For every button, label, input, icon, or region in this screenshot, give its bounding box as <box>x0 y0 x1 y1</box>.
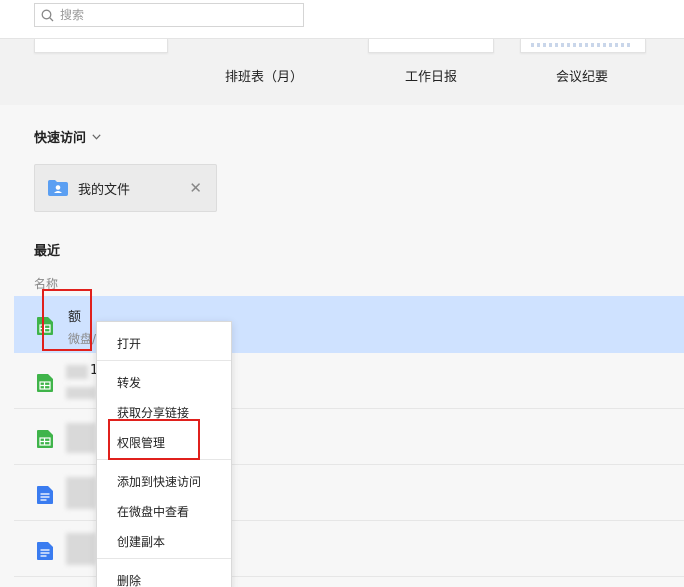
menu-item-delete[interactable]: 删除 <box>117 572 141 587</box>
file-location: 微盘/ <box>68 332 97 346</box>
template-label[interactable]: 排班表（月） <box>214 66 314 85</box>
file-name: 额 <box>68 310 82 325</box>
menu-divider <box>97 360 231 361</box>
quick-access-title: 快速访问 <box>34 131 87 146</box>
spreadsheet-icon <box>37 317 53 335</box>
menu-item-permissions[interactable]: 权限管理 <box>117 434 165 451</box>
document-icon <box>37 542 53 560</box>
spreadsheet-icon <box>37 374 53 392</box>
menu-item-open[interactable]: 打开 <box>117 335 141 352</box>
template-preview <box>531 43 631 47</box>
template-card[interactable] <box>520 39 646 53</box>
spreadsheet-icon <box>37 430 53 448</box>
blurred-text <box>66 477 96 509</box>
quick-access-header[interactable]: 快速访问 <box>34 127 101 146</box>
template-card[interactable] <box>368 39 494 53</box>
template-strip: 排班表（月） 工作日报 会议纪要 <box>0 38 684 105</box>
blurred-text <box>66 387 96 399</box>
search-icon <box>41 9 54 21</box>
column-header-name[interactable]: 名称 <box>34 275 58 292</box>
blurred-text <box>66 533 96 565</box>
search-input[interactable] <box>60 8 280 22</box>
folder-user-icon <box>48 180 68 196</box>
menu-divider <box>97 558 231 559</box>
chevron-down-icon[interactable] <box>92 133 101 140</box>
menu-item-duplicate[interactable]: 创建副本 <box>117 533 165 550</box>
menu-divider <box>97 459 231 460</box>
menu-item-share-link[interactable]: 获取分享链接 <box>117 404 189 421</box>
blurred-text <box>66 423 96 453</box>
menu-item-view-in-drive[interactable]: 在微盘中查看 <box>117 503 189 520</box>
quick-access-item[interactable]: 我的文件 ✕ <box>34 164 217 212</box>
quick-access-item-name: 我的文件 <box>78 182 131 198</box>
template-card[interactable] <box>34 39 168 53</box>
document-icon <box>37 486 53 504</box>
context-menu: 打开 转发 获取分享链接 权限管理 添加到快速访问 在微盘中查看 创建副本 删除 <box>96 321 232 587</box>
menu-item-forward[interactable]: 转发 <box>117 374 141 391</box>
recent-title: 最近 <box>34 244 61 259</box>
search-box[interactable] <box>34 3 304 27</box>
template-label[interactable]: 会议纪要 <box>532 66 632 85</box>
close-icon[interactable]: ✕ <box>189 179 202 197</box>
blurred-text <box>66 365 88 379</box>
template-label[interactable]: 工作日报 <box>381 66 481 85</box>
menu-item-add-quick-access[interactable]: 添加到快速访问 <box>117 473 201 490</box>
